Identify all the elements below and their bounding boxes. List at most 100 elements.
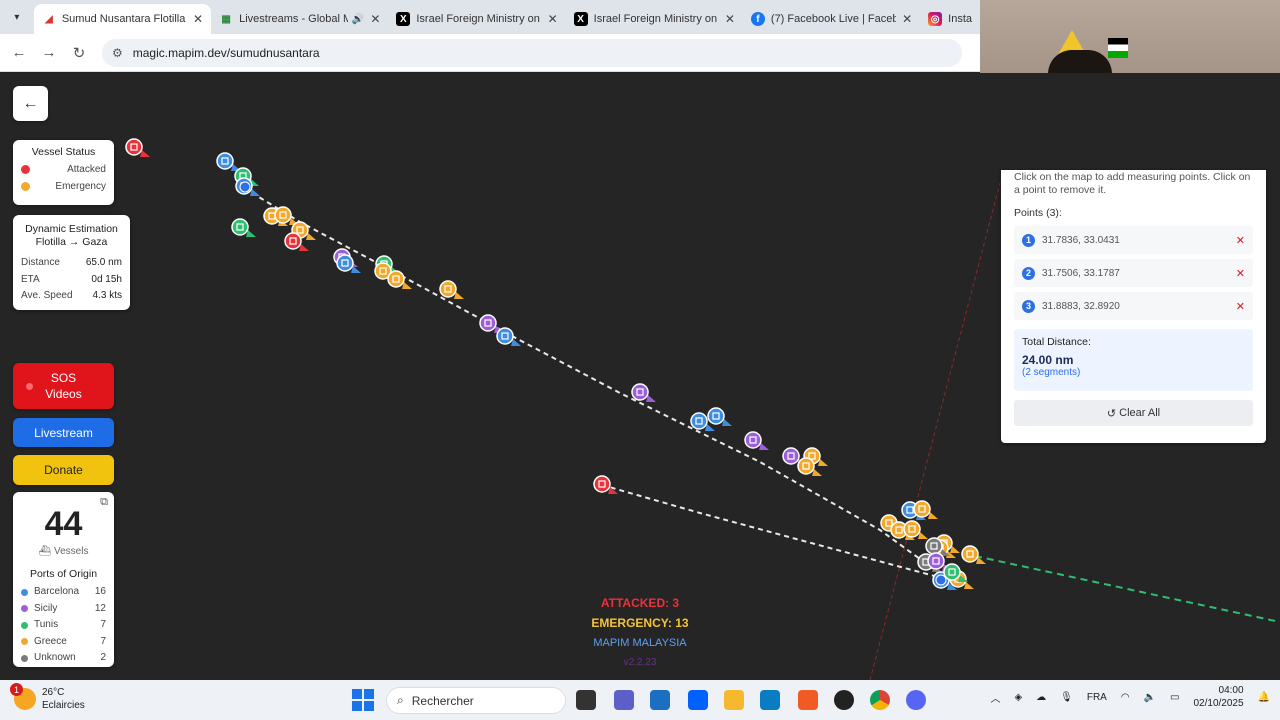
vessel-marker[interactable] xyxy=(593,475,611,493)
clear-all-button[interactable]: ↺ Clear All xyxy=(1014,400,1253,426)
speaker-icon[interactable]: 🔊 xyxy=(352,14,364,25)
chevron-up-icon[interactable]: ︿ xyxy=(990,690,1000,705)
weather-widget[interactable]: 1 26°C Eclaircies xyxy=(10,683,85,712)
vessel-marker[interactable] xyxy=(274,206,292,224)
back-arrow-icon[interactable]: ← xyxy=(4,44,34,61)
row-label: ETA xyxy=(21,273,40,285)
vessel-marker[interactable] xyxy=(231,218,249,236)
vessels-card: ⧉ 44 ⛴ Vessels Ports of Origin Barcelona… xyxy=(13,492,114,667)
brave-icon[interactable] xyxy=(798,690,818,710)
tab-sumud[interactable]: ◢ Sumud Nusantara Flotilla T ✕ xyxy=(33,4,212,34)
port-row: Greece 7 xyxy=(21,634,106,651)
tab-search-chevron-icon[interactable]: ▾ xyxy=(0,0,34,34)
vessel-marker[interactable] xyxy=(797,457,815,475)
close-icon[interactable]: ✕ xyxy=(725,12,735,26)
vessels-label-row: ⛴ Vessels xyxy=(21,546,106,557)
clock[interactable]: 04:00 02/10/2025 xyxy=(1193,684,1243,710)
tab-x-2[interactable]: X Israel Foreign Ministry on X ✕ xyxy=(566,4,743,34)
green-grid-icon: ▦ xyxy=(221,13,231,25)
time: 04:00 xyxy=(1218,685,1244,696)
port-row: Sicily 12 xyxy=(21,601,106,618)
notification-badge: 1 xyxy=(10,683,23,696)
vessel-marker[interactable] xyxy=(496,327,514,345)
remove-point-icon[interactable]: ✕ xyxy=(1236,300,1245,313)
store-icon[interactable] xyxy=(650,690,670,710)
vessel-marker[interactable] xyxy=(631,383,649,401)
chrome-icon[interactable] xyxy=(870,690,890,710)
port-count: 7 xyxy=(100,635,106,647)
vessel-marker[interactable] xyxy=(336,254,354,272)
folder-icon[interactable] xyxy=(724,690,744,710)
vessel-marker[interactable] xyxy=(913,500,931,518)
volume-icon[interactable]: 🔈 xyxy=(1144,692,1156,703)
vessel-marker[interactable] xyxy=(903,520,921,538)
vessel-count: 44 xyxy=(44,505,83,543)
close-icon[interactable]: ✕ xyxy=(902,12,912,26)
vessel-marker[interactable] xyxy=(744,431,762,449)
close-icon[interactable]: ✕ xyxy=(548,12,558,26)
vessel-marker[interactable] xyxy=(927,552,945,570)
port-count: 16 xyxy=(94,586,106,597)
url-input[interactable]: ⚙ magic.mapim.dev/sumudnusantara xyxy=(102,38,962,67)
vessel-marker[interactable] xyxy=(439,280,457,298)
vessel-marker[interactable] xyxy=(216,152,234,170)
attacked-count: ATTACKED: 3 xyxy=(600,596,680,610)
tab-x-1[interactable]: X Israel Foreign Ministry on X ✕ xyxy=(388,4,565,34)
microphone-icon[interactable]: 🎙 xyxy=(1060,692,1073,703)
livestream-button[interactable]: Livestream xyxy=(13,418,114,447)
close-icon[interactable]: ✕ xyxy=(370,12,380,26)
vessel-marker[interactable] xyxy=(782,447,800,465)
clear-label: Clear All xyxy=(1119,407,1161,419)
vessel-marker[interactable] xyxy=(707,407,725,425)
capture-icon[interactable] xyxy=(834,690,854,710)
vessel-marker[interactable] xyxy=(387,270,405,288)
address-bar-row: ← → ↻ ⚙ magic.mapim.dev/sumudnusantara xyxy=(0,34,980,72)
vessel-marker[interactable] xyxy=(479,314,497,332)
vessel-marker[interactable] xyxy=(125,138,143,156)
red-triangle-icon: ◢ xyxy=(44,13,53,25)
donate-button[interactable]: Donate xyxy=(13,455,114,485)
discord-icon[interactable] xyxy=(906,690,926,710)
tab-facebook[interactable]: f (7) Facebook Live | Facebook ✕ xyxy=(743,4,920,34)
file-manager-icon[interactable] xyxy=(576,690,596,710)
vessel-marker[interactable] xyxy=(925,537,943,555)
remote-desktop-icon[interactable] xyxy=(760,690,780,710)
measure-point[interactable]: 3 31.8883, 32.8920 ✕ xyxy=(1014,292,1253,320)
red-dot-icon xyxy=(21,165,30,174)
map-back-button[interactable]: ← xyxy=(13,86,48,121)
reload-icon[interactable]: ↻ xyxy=(64,44,94,62)
palestine-flag-image xyxy=(1108,38,1128,58)
tab-title: (7) Facebook Live | Facebook xyxy=(770,13,897,25)
windows-start-icon[interactable] xyxy=(352,689,374,711)
battery-icon[interactable]: ▭ xyxy=(1170,692,1179,703)
wifi-icon[interactable]: ◠ xyxy=(1121,692,1130,703)
measure-panel: Click on the map to add measuring points… xyxy=(1001,170,1266,443)
site-settings-icon[interactable]: ⚙ xyxy=(112,46,123,60)
notification-bell-icon[interactable]: 🔔 xyxy=(1258,692,1270,703)
forward-arrow-icon[interactable]: → xyxy=(34,44,64,61)
cloud-icon[interactable]: ☁ xyxy=(1036,692,1046,703)
tab-instagram[interactable]: ◎ Instagr xyxy=(920,4,980,34)
vessel-marker[interactable] xyxy=(284,232,302,250)
vessel-marker[interactable] xyxy=(690,412,708,430)
close-icon[interactable]: ✕ xyxy=(193,12,203,26)
taskbar-search[interactable]: ⌕ Rechercher xyxy=(386,687,566,714)
dropbox-icon[interactable] xyxy=(688,690,708,710)
sos-label: SOS xyxy=(50,371,77,385)
external-link-icon[interactable]: ⧉ xyxy=(100,496,108,509)
tab-livestreams[interactable]: ▦ Livestreams - Global Mar 🔊 ✕ xyxy=(211,4,388,34)
language-indicator[interactable]: FRA xyxy=(1087,692,1107,703)
remove-point-icon[interactable]: ✕ xyxy=(1236,267,1245,280)
point-coords: 31.7836, 33.0431 xyxy=(1042,234,1120,246)
remove-point-icon[interactable]: ✕ xyxy=(1236,234,1245,247)
measure-point[interactable]: 1 31.7836, 33.0431 ✕ xyxy=(1014,226,1253,254)
teams-icon[interactable] xyxy=(614,690,634,710)
measure-route-line xyxy=(974,555,1280,623)
vessel-marker[interactable] xyxy=(943,563,961,581)
arrow-left-icon: ← xyxy=(22,94,39,112)
measure-point[interactable]: 2 31.7506, 33.1787 ✕ xyxy=(1014,259,1253,287)
security-icon[interactable]: ◈ xyxy=(1014,692,1022,703)
vessel-marker[interactable] xyxy=(961,545,979,563)
reset-icon: ↺ xyxy=(1106,407,1117,420)
sos-videos-button[interactable]: SOS Videos xyxy=(13,363,114,409)
